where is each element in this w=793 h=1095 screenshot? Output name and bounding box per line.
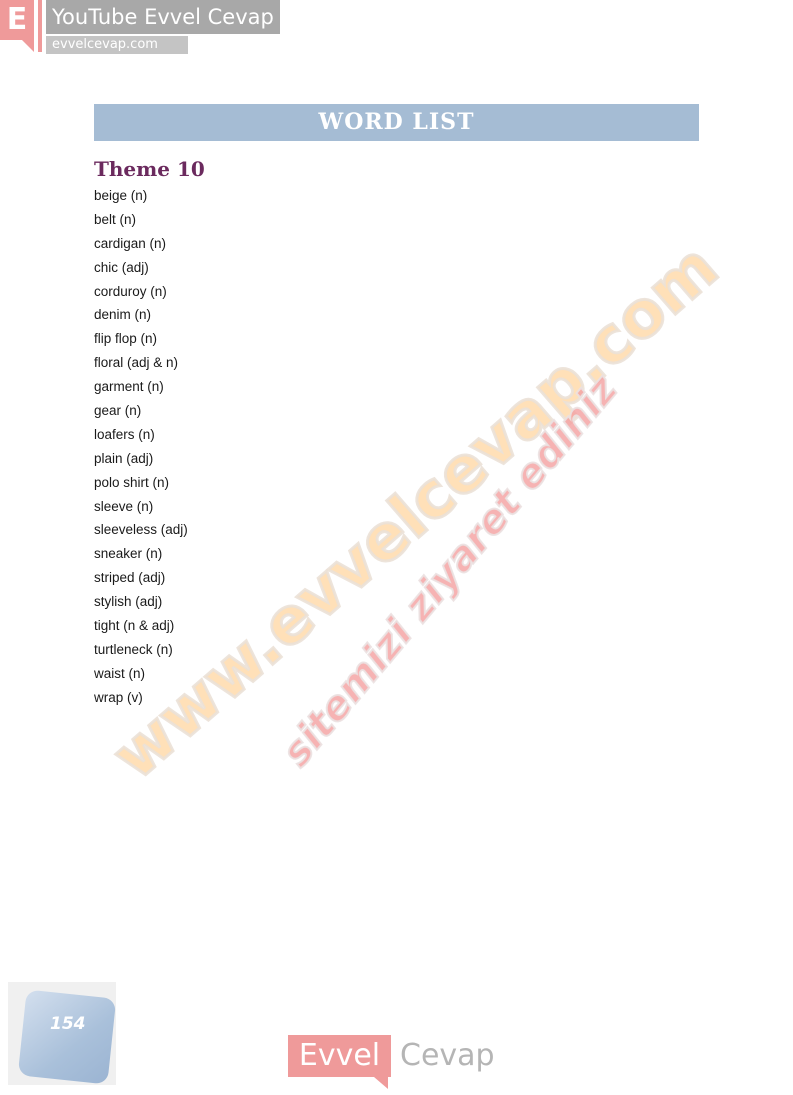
word-list-item: chic (adj) [94,259,149,275]
page-number-badge [17,989,117,1085]
word-list-item: garment (n) [94,379,164,395]
word-list-item: polo shirt (n) [94,474,170,490]
word-list-item: stylish (adj) [94,594,163,610]
word-list-item: plain (adj) [94,450,154,466]
watermark-main: www.evvelcevap.com [97,229,733,796]
page-title: WORD LIST [94,104,699,141]
word-list-item: sneaker (n) [94,546,163,562]
footer-brand-evvel: Evvel [288,1035,391,1077]
brand-url: evvelcevap.com [46,36,188,54]
footer-brand-tail-shape [374,1077,388,1089]
word-list-item: flip flop (n) [94,331,158,347]
word-list-item: waist (n) [94,665,146,681]
word-list-item: loafers (n) [94,426,155,442]
watermark-sub: sitemizi ziyaret ediniz [272,366,627,777]
word-list-item: sleeveless (adj) [94,522,188,538]
word-list-item: gear (n) [94,403,142,419]
word-list-item: turtleneck (n) [94,641,173,657]
footer-brand-cevap: Cevap [400,1038,495,1073]
brand-logo: E YouTube Evvel Cevap evvelcevap.com [0,0,280,56]
word-list-item: belt (n) [94,211,137,227]
word-list-item: denim (n) [94,307,152,323]
word-list-item: floral (adj & n) [94,355,179,371]
word-list-item: beige (n) [94,188,148,203]
brand-e-tail-shape [22,40,34,52]
word-list-item: corduroy (n) [94,283,167,299]
word-list-item: cardigan (n) [94,235,167,251]
brand-e-icon: E [0,0,34,40]
word-list-item: striped (adj) [94,570,166,586]
page-number: 154 [50,1014,86,1034]
theme-heading: Theme 10 [94,157,205,181]
word-list-item: tight (n & adj) [94,618,175,634]
brand-title: YouTube Evvel Cevap [46,0,280,34]
word-list-item: sleeve (n) [94,498,154,514]
brand-divider [38,0,42,52]
word-list: beige (n) belt (n) cardigan (n) chic (adj) c… [94,184,188,710]
word-list-item: wrap (v) [94,689,143,705]
